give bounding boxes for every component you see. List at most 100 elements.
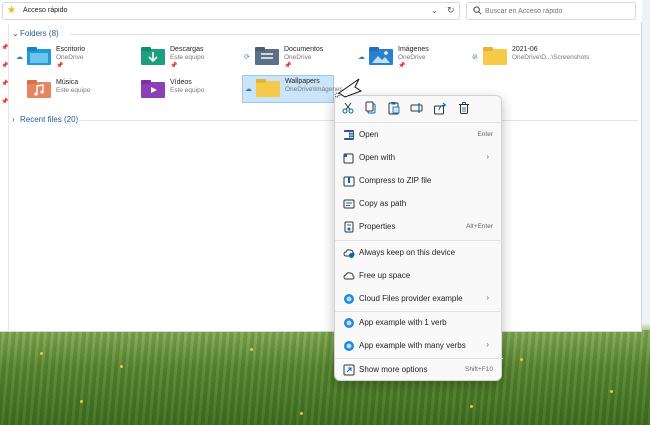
folder-name: Documentos (284, 46, 324, 53)
address-path: Acceso rápido (23, 7, 68, 14)
documents-folder-icon (255, 47, 279, 65)
music-folder-icon (27, 80, 51, 98)
folder-location: Este equipo (170, 54, 205, 61)
downloads-folder-icon (141, 47, 165, 65)
menu-separator (335, 358, 503, 359)
share-icon[interactable] (433, 101, 447, 115)
delete-icon[interactable] (457, 101, 471, 115)
menu-item-label: Open (359, 130, 379, 139)
cloud-icon: ☁ (245, 86, 252, 93)
folder-location: Este equipo (56, 87, 91, 94)
pin-icon: 📌 (1, 45, 9, 51)
chevron-down-icon: ⌄ (12, 29, 19, 38)
file-explorer-window: ★ Acceso rápido ⌄ ↻ 📌 📌 📌 📌 ⌄Folders (8)… (0, 0, 642, 332)
folder-tile-videos[interactable]: Vídeos Este equipo (128, 77, 238, 103)
folder-tile-2021-06[interactable]: ⊘ 2021-06 OneDrive\D...\Screenshots (470, 44, 610, 70)
cut-icon[interactable] (341, 101, 355, 115)
chevron-right-icon: › (486, 152, 489, 161)
folder-name: Escritorio (56, 46, 86, 53)
cloud-icon (343, 272, 355, 280)
app-icon (344, 341, 354, 351)
folder-name: 2021-06 (512, 46, 538, 53)
folder-tile-documentos[interactable]: ⟳ Documentos OneDrive 📌 (242, 44, 352, 70)
cloud-keep-icon (343, 249, 355, 258)
context-menu-toolbar (335, 96, 503, 120)
menu-item-label: Show more options (359, 365, 428, 374)
menu-item-label: Open with (359, 153, 396, 162)
rename-icon[interactable] (410, 101, 424, 115)
refresh-icon[interactable]: ↻ (447, 5, 455, 16)
group-divider (502, 120, 638, 121)
menu-item-label: App example with many verbs (359, 341, 466, 350)
menu-item-shortcut: Shift+F10 (464, 366, 493, 373)
copy-icon[interactable] (364, 101, 378, 115)
menu-item-copy-as-path[interactable]: Copy as path (339, 194, 499, 214)
mouse-cursor-icon (334, 78, 363, 98)
menu-item-open[interactable]: Open Enter (339, 125, 499, 145)
folder-location: OneDrive\D...\Screenshots (512, 54, 590, 61)
chevron-down-icon[interactable]: ⌄ (431, 6, 438, 15)
menu-item-open-with[interactable]: Open with › (339, 148, 499, 168)
folder-name: Vídeos (170, 79, 192, 86)
menu-item-cloud-files-provider[interactable]: Cloud Files provider example › (339, 289, 499, 309)
folders-group-header[interactable]: ⌄Folders (8) (12, 29, 59, 38)
paste-icon[interactable] (387, 101, 401, 115)
menu-item-label: Compress to ZIP file (359, 176, 432, 185)
zip-icon (343, 176, 355, 187)
pin-icon: 📌 (170, 63, 178, 69)
cloud-icon: ☁ (358, 54, 365, 61)
menu-item-app-one-verb[interactable]: App example with 1 verb (339, 313, 499, 333)
menu-item-compress-zip[interactable]: Compress to ZIP file (339, 171, 499, 191)
folder-tile-musica[interactable]: Música Este equipo (14, 77, 124, 103)
folder-location: Este equipo (170, 87, 205, 94)
folder-tile-imagenes[interactable]: ☁ Imágenes OneDrive 📌 (356, 44, 466, 70)
folder-name: Descargas (170, 46, 204, 53)
pin-icon: 📌 (284, 63, 292, 69)
folder-tile-descargas[interactable]: Descargas Este equipo 📌 (128, 44, 238, 70)
chevron-right-icon: › (12, 115, 15, 124)
menu-separator (335, 311, 503, 312)
menu-item-always-keep[interactable]: Always keep on this device (339, 243, 499, 263)
menu-item-properties[interactable]: Properties Alt+Enter (339, 217, 499, 237)
pictures-folder-icon (369, 47, 393, 65)
folder-location: OneDrive (398, 54, 426, 61)
menu-item-free-up-space[interactable]: Free up space (339, 266, 499, 286)
synced-check-icon: ⊘ (472, 54, 478, 61)
folders-header-label: Folders (8) (20, 29, 59, 38)
properties-icon (344, 221, 354, 233)
folder-tile-wallpapers[interactable]: ☁ Wallpapers OneDrive\Imágenes (242, 75, 343, 103)
folder-location: OneDrive (56, 54, 84, 61)
folder-name: Música (56, 79, 79, 86)
pin-icon: 📌 (398, 63, 406, 69)
search-input[interactable] (485, 5, 633, 18)
menu-item-label: Properties (359, 222, 396, 231)
menu-item-label: App example with 1 verb (359, 318, 447, 327)
navigation-pane: 📌 📌 📌 📌 (0, 24, 9, 332)
address-bar[interactable]: ★ Acceso rápido ⌄ ↻ (2, 2, 460, 20)
desktop-folder-icon (27, 47, 51, 65)
search-box[interactable] (466, 2, 636, 20)
menu-item-show-more-options[interactable]: Show more options Shift+F10 (339, 360, 499, 380)
folder-name: Wallpapers (285, 78, 320, 85)
menu-item-label: Free up space (359, 271, 411, 280)
menu-item-app-many-verbs[interactable]: App example with many verbs › (339, 336, 499, 356)
folder-tile-escritorio[interactable]: ☁ Escritorio OneDrive 📌 (14, 44, 124, 70)
app-icon (344, 318, 354, 328)
menu-item-label: Copy as path (359, 199, 407, 208)
recent-files-group-header[interactable]: › Recent files (20) (12, 115, 78, 124)
grass-wallpaper (0, 330, 650, 425)
menu-separator (335, 122, 503, 123)
address-row: ★ Acceso rápido ⌄ ↻ (0, 0, 642, 22)
group-divider (76, 120, 334, 121)
open-with-icon (343, 153, 354, 164)
chevron-right-icon: › (486, 293, 489, 302)
videos-folder-icon (141, 80, 165, 98)
menu-item-label: Always keep on this device (359, 248, 456, 257)
context-menu: Open Enter Open with › Compress to ZIP f… (334, 95, 503, 381)
recent-header-label: Recent files (20) (20, 115, 79, 124)
menu-item-shortcut: Alt+Enter (466, 223, 493, 230)
open-icon (344, 130, 354, 140)
pin-icon: 📌 (1, 99, 9, 105)
menu-separator (335, 240, 503, 241)
chevron-right-icon: › (486, 340, 489, 349)
